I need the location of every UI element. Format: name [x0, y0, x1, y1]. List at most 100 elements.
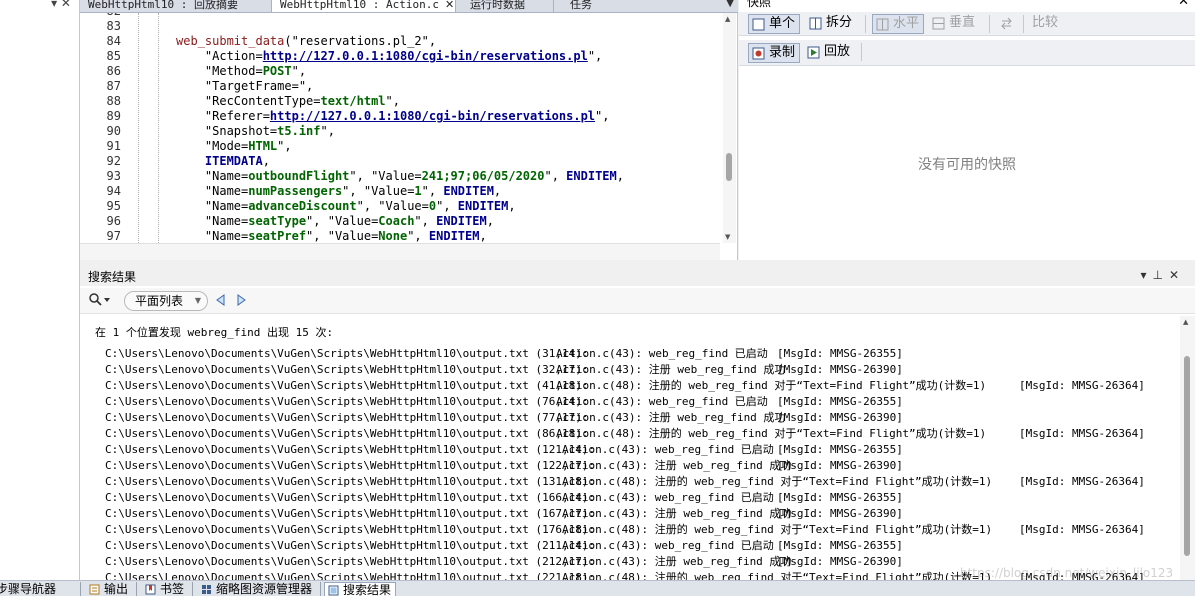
sync-button[interactable] [997, 14, 1019, 34]
horizontal-button[interactable]: 水平 [872, 14, 925, 34]
list-item[interactable]: C:\Users\Lenovo\Documents\VuGen\Scripts\… [105, 410, 1180, 426]
result-path: C:\Users\Lenovo\Documents\VuGen\Scripts\… [105, 555, 596, 568]
tab-thumbnail-explorer[interactable]: 缩略图资源管理器 [198, 582, 312, 596]
result-message: Action.c(43): web_reg_find 已启动 [556, 347, 768, 360]
code-editor[interactable]: 828384web_submit_data("reservations.pl_2… [80, 13, 720, 243]
tab-label: 运行时数据 [470, 0, 525, 11]
next-result-button[interactable] [234, 293, 248, 310]
code-text[interactable]: ITEMDATA, [176, 154, 270, 169]
result-msgid: [MsgId: MMSG-26355] [777, 443, 903, 456]
line-number: 91 [106, 139, 121, 153]
snapshot-header: 快照 ✕ [739, 0, 1195, 9]
result-message: Action.c(43): 注册 web_reg_find 成功 [562, 555, 792, 568]
tab-tasks[interactable]: 任务 [554, 0, 624, 12]
split-view-button[interactable]: 拆分 [806, 14, 856, 34]
tab-label: WebHttpHtml10 : 回放摘要 [88, 0, 238, 11]
list-item[interactable]: C:\Users\Lenovo\Documents\VuGen\Scripts\… [105, 394, 1180, 410]
tab-label: 搜索结果 [343, 583, 392, 596]
result-msgid: [MsgId: MMSG-26390] [777, 459, 903, 472]
editor-panel: WebHttpHtml10 : 回放摘要 WebHttpHtml10 : Act… [80, 0, 738, 260]
line-number: 93 [106, 169, 121, 183]
tab-step-navigator[interactable]: 步骤导航器 [0, 582, 56, 596]
list-item[interactable]: C:\Users\Lenovo\Documents\VuGen\Scripts\… [105, 346, 1180, 362]
left-panel-controls[interactable]: ▾ ✕ [51, 0, 71, 10]
record-snapshot-button[interactable]: 录制 [748, 43, 801, 63]
list-item[interactable]: C:\Users\Lenovo\Documents\VuGen\Scripts\… [105, 458, 1180, 474]
code-text[interactable]: "TargetFrame=", [176, 79, 313, 94]
arrow-left-icon [216, 294, 225, 306]
code-text[interactable]: "Name=seatType", "Value=Coach", ENDITEM, [176, 214, 494, 229]
code-text[interactable]: "Snapshot=t5.inf", [176, 124, 335, 139]
vertical-button[interactable]: 垂直 [929, 14, 979, 34]
list-item[interactable]: C:\Users\Lenovo\Documents\VuGen\Scripts\… [105, 474, 1180, 490]
editor-vertical-scrollbar[interactable]: ▲ ▼ [723, 13, 736, 243]
results-vertical-scrollbar[interactable]: ▲ [1180, 316, 1195, 580]
result-message: Action.c(43): 注册 web_reg_find 成功 [556, 363, 786, 376]
bottom-tab-bar: 步骤导航器 输出 书签 缩略图资源管理器 搜索结果 [0, 580, 1195, 596]
line-number: 95 [106, 199, 121, 213]
code-text[interactable]: "RecContentType=text/html", [176, 94, 400, 109]
result-msgid: [MsgId: MMSG-26364] [1019, 379, 1145, 392]
arrow-right-icon [237, 294, 246, 306]
code-text[interactable]: "Name=advanceDiscount", "Value=0", ENDIT… [176, 199, 516, 214]
code-text[interactable]: web_submit_data("reservations.pl_2", [176, 34, 436, 49]
tab-separator [320, 582, 321, 596]
result-msgid: [MsgId: MMSG-26364] [1019, 427, 1145, 440]
scrollbar-thumb[interactable] [1184, 356, 1190, 556]
result-msgid: [MsgId: MMSG-26355] [777, 347, 903, 360]
list-item[interactable]: C:\Users\Lenovo\Documents\VuGen\Scripts\… [105, 362, 1180, 378]
toolbar-separator [861, 43, 862, 61]
code-text[interactable]: "Name=outboundFlight", "Value=241;97;06/… [176, 169, 624, 184]
close-icon[interactable]: ✕ [1178, 0, 1189, 9]
result-message: Action.c(43): 注册 web_reg_find 成功 [556, 411, 786, 424]
toolbar-separator [865, 15, 866, 33]
code-text[interactable]: "Referer=http://127.0.0.1:1080/cgi-bin/r… [176, 109, 610, 124]
list-item[interactable]: C:\Users\Lenovo\Documents\VuGen\Scripts\… [105, 426, 1180, 442]
previous-result-button[interactable] [214, 293, 228, 310]
code-text[interactable]: "Mode=HTML", [176, 139, 292, 154]
scrollbar-thumb[interactable] [726, 153, 732, 181]
result-msgid: [MsgId: MMSG-26390] [777, 363, 903, 376]
scroll-up-icon[interactable]: ▲ [725, 15, 730, 23]
code-text[interactable]: "Action=http://127.0.0.1:1080/cgi-bin/re… [176, 49, 602, 64]
compare-button[interactable]: 比较 [1028, 14, 1062, 34]
output-icon [89, 584, 100, 595]
line-number: 94 [106, 184, 121, 198]
panel-window-controls[interactable]: ▾⊥✕ [1140, 268, 1185, 282]
result-message: Action.c(48): 注册的 web_reg_find 对于“Text=F… [556, 379, 987, 392]
tab-search-results[interactable]: 搜索结果 [324, 582, 397, 596]
replay-snapshot-button[interactable]: 回放 [804, 43, 854, 63]
tab-replay-summary[interactable]: WebHttpHtml10 : 回放摘要 [80, 0, 272, 12]
editor-horizontal-scrollbar[interactable] [80, 243, 720, 260]
search-results-list[interactable]: 在 1 个位置发现 webreg_find 出现 15 次: C:\Users\… [80, 316, 1180, 580]
close-icon[interactable]: ✕ [445, 0, 454, 11]
record-icon [752, 47, 765, 60]
view-mode-select[interactable]: 平面列表 ▼ [124, 291, 208, 311]
list-item[interactable]: C:\Users\Lenovo\Documents\VuGen\Scripts\… [105, 538, 1180, 554]
chevron-down-icon[interactable]: ▼ [726, 0, 734, 9]
search-icon [89, 293, 110, 306]
tab-output[interactable]: 输出 [86, 582, 128, 596]
scroll-down-icon[interactable]: ▼ [725, 233, 730, 241]
tab-runtime-data[interactable]: 运行时数据 [456, 0, 554, 12]
list-item[interactable]: C:\Users\Lenovo\Documents\VuGen\Scripts\… [105, 522, 1180, 538]
watermark: https://blog.csdn.net/weixin_lilo123 [960, 566, 1174, 580]
list-item[interactable]: C:\Users\Lenovo\Documents\VuGen\Scripts\… [105, 378, 1180, 394]
code-text[interactable]: "Method=POST", [176, 64, 306, 79]
list-item[interactable]: C:\Users\Lenovo\Documents\VuGen\Scripts\… [105, 506, 1180, 522]
button-label: 比较 [1032, 15, 1059, 30]
panel-title: 搜索结果 [88, 270, 137, 284]
tab-action-c[interactable]: WebHttpHtml10 : Action.c ✕ [272, 0, 456, 12]
list-item[interactable]: C:\Users\Lenovo\Documents\VuGen\Scripts\… [105, 442, 1180, 458]
code-text[interactable]: "Name=seatPref", "Value=None", ENDITEM, [176, 229, 487, 243]
list-item[interactable]: C:\Users\Lenovo\Documents\VuGen\Scripts\… [105, 490, 1180, 506]
code-text[interactable]: "Name=numPassengers", "Value=1", ENDITEM… [176, 184, 501, 199]
search-options-button[interactable] [88, 292, 116, 310]
single-view-button[interactable]: 单个 [748, 14, 801, 34]
left-panel: ▾ ✕ [0, 0, 80, 580]
tab-bookmarks[interactable]: 书签 [142, 582, 184, 596]
replay-icon [807, 46, 820, 59]
scroll-up-icon[interactable]: ▲ [1183, 318, 1188, 326]
results-summary: 在 1 个位置发现 webreg_find 出现 15 次: [95, 326, 334, 339]
result-path: C:\Users\Lenovo\Documents\VuGen\Scripts\… [105, 379, 589, 392]
